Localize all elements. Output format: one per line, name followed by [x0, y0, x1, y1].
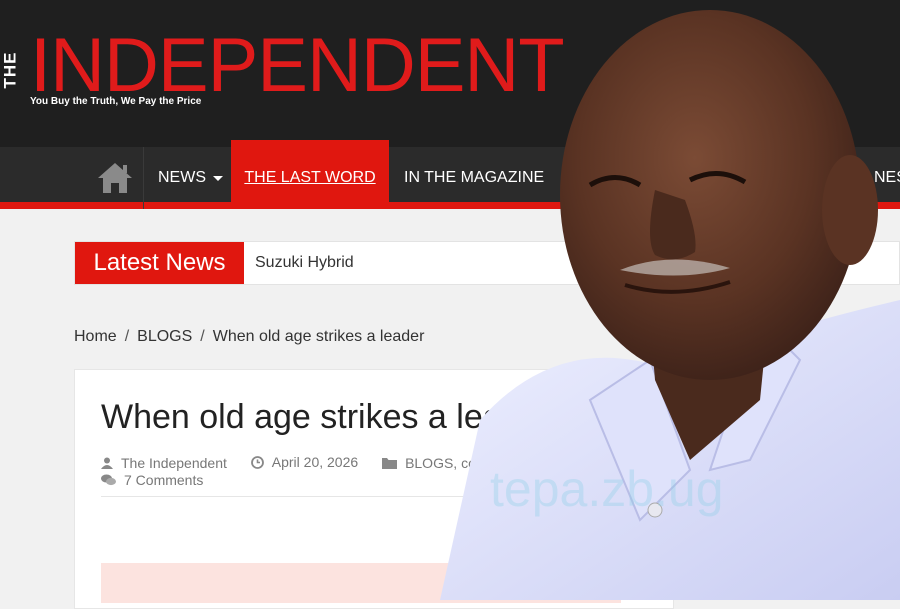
home-icon [97, 163, 132, 193]
breadcrumb-current: When old age strikes a leader [212, 328, 425, 345]
nav-item-news[interactable]: NEWS [144, 147, 237, 209]
article-comments[interactable]: 7 Comments [124, 472, 203, 488]
site-tagline: You Buy the Truth, We Pay the Price [30, 96, 202, 107]
article-date: April 20, 2026 [271, 454, 359, 470]
watermark: tepa.zb.ug [490, 461, 724, 517]
comments-icon [101, 474, 116, 486]
home-nav-button[interactable] [86, 147, 144, 209]
article-author[interactable]: The Independent [121, 455, 227, 471]
article-comments-row: 7 Comments [101, 472, 203, 488]
clock-icon [250, 455, 264, 469]
user-icon [101, 457, 113, 469]
chevron-down-icon [213, 175, 223, 181]
breadcrumb: Home / BLOGS / When old age strikes a leader [74, 328, 425, 345]
folder-icon [382, 457, 398, 469]
logo-the: THE [0, 51, 20, 89]
breadcrumb-blogs[interactable]: BLOGS [137, 328, 192, 345]
ticker-headline[interactable]: Suzuki Hybrid [255, 242, 354, 284]
latest-news-label: Latest News [75, 242, 244, 284]
breadcrumb-home[interactable]: Home [74, 328, 117, 345]
nav-item-the-last-word[interactable]: THE LAST WORD [231, 140, 389, 209]
